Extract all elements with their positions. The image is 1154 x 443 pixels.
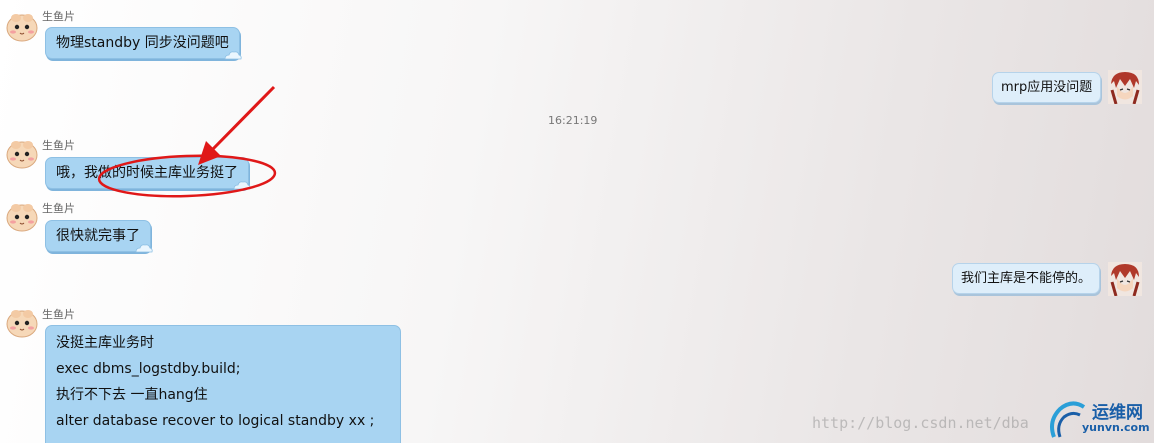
logo-text-cn: 运维网	[1092, 403, 1143, 423]
sender-name: 生鱼片	[42, 308, 75, 321]
message-bubble[interactable]: 很快就完事了	[45, 220, 153, 253]
self-avatar-icon[interactable]	[1108, 70, 1142, 104]
message-line: 执行不下去 一直hang住	[56, 387, 208, 403]
message-bubble[interactable]: 物理standby 同步没问题吧	[45, 27, 242, 60]
bubble-cloud-icon	[135, 244, 153, 253]
watermark-url: http://blog.csdn.net/dba	[812, 414, 1029, 432]
bubble-cloud-icon	[224, 51, 242, 60]
sender-name: 生鱼片	[42, 139, 75, 152]
message-bubble[interactable]: 我们主库是不能停的。	[952, 263, 1101, 294]
message-bubble[interactable]: 没挺主库业务时 exec dbms_logstdby.build; 执行不下去 …	[45, 325, 401, 443]
bubble-cloud-icon	[233, 181, 251, 190]
message-line: exec dbms_logstdby.build;	[56, 361, 241, 377]
logo-text-en: yunvn.com	[1082, 421, 1150, 434]
message-bubble[interactable]: mrp应用没问题	[992, 72, 1102, 103]
contact-avatar-icon[interactable]	[5, 9, 39, 43]
self-avatar-icon[interactable]	[1108, 262, 1142, 296]
message-text: 哦，我做的时候主库业务挺了	[56, 165, 238, 181]
message-line: alter database recover to logical standb…	[56, 413, 375, 429]
message-timestamp: 16:21:19	[548, 114, 598, 127]
contact-avatar-icon[interactable]	[5, 305, 39, 339]
message-bubble[interactable]: 哦，我做的时候主库业务挺了	[45, 157, 251, 190]
message-text: mrp应用没问题	[1001, 80, 1093, 95]
message-text: 我们主库是不能停的。	[961, 271, 1092, 286]
sender-name: 生鱼片	[42, 202, 75, 215]
red-arrow-annotation	[210, 85, 276, 152]
contact-avatar-icon[interactable]	[5, 136, 39, 170]
message-line: 没挺主库业务时	[56, 335, 154, 351]
message-text: 物理standby 同步没问题吧	[56, 35, 229, 51]
contact-avatar-icon[interactable]	[5, 199, 39, 233]
sender-name: 生鱼片	[42, 10, 75, 23]
message-text: 很快就完事了	[56, 228, 140, 244]
